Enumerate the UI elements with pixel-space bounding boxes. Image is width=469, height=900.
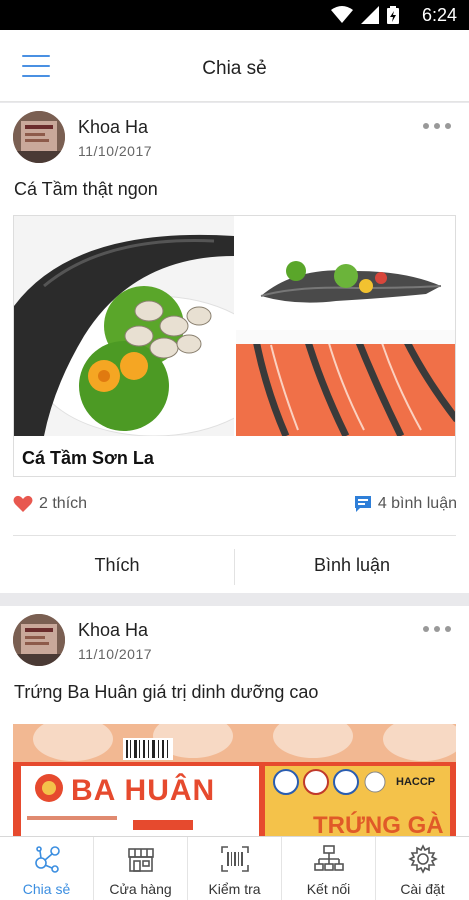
gallery-caption: Cá Tầm Sơn La xyxy=(22,448,154,468)
tab-kiem-tra[interactable]: Kiểm tra xyxy=(188,837,282,900)
more-options-icon[interactable] xyxy=(423,624,451,634)
tab-label: Chia sẻ xyxy=(22,881,71,897)
post-author[interactable]: Khoa Ha xyxy=(78,117,148,138)
post-date: 11/10/2017 xyxy=(78,143,153,159)
status-icons xyxy=(331,6,399,24)
post-card: Khoa Ha 11/10/2017 Trứng Ba Huân giá trị… xyxy=(0,606,469,846)
tab-ket-noi[interactable]: Kết nối xyxy=(282,837,376,900)
post-card: Khoa Ha 11/10/2017 Cá Tầm thật ngon Cá T… xyxy=(0,103,469,593)
battery-icon xyxy=(387,6,399,24)
network-connect-icon xyxy=(313,845,344,871)
more-options-icon[interactable] xyxy=(423,121,451,131)
tab-cua-hang[interactable]: Cửa hàng xyxy=(94,837,188,900)
share-network-icon xyxy=(34,846,60,873)
avatar[interactable] xyxy=(13,111,65,163)
divider xyxy=(13,535,456,536)
brand-name: BA HUÂN xyxy=(71,774,216,807)
tab-chia-se[interactable]: Chia sẻ xyxy=(0,837,94,900)
tab-label: Cửa hàng xyxy=(109,881,172,897)
wifi-icon xyxy=(331,6,353,23)
heart-icon xyxy=(13,495,33,512)
status-bar: 6:24 xyxy=(0,0,469,30)
gear-icon xyxy=(407,844,438,874)
bottom-tab-bar: Chia sẻ Cửa hàng Kiểm tra Kết nối Cài đặ… xyxy=(0,836,469,900)
like-button[interactable]: Thích xyxy=(0,543,234,587)
post-text: Trứng Ba Huân giá trị dinh dưỡng cao xyxy=(14,682,319,702)
post-actions: Thích Bình luận xyxy=(0,543,469,587)
tab-cai-dat[interactable]: Cài đặt xyxy=(376,837,469,900)
whole-sturgeon-image[interactable] xyxy=(236,216,456,328)
avatar[interactable] xyxy=(13,614,65,666)
post-date: 11/10/2017 xyxy=(78,646,153,662)
comments-count[interactable]: 4 bình luận xyxy=(354,495,457,513)
comments-label: 4 bình luận xyxy=(377,495,457,512)
tab-label: Kiểm tra xyxy=(208,881,261,897)
comment-icon xyxy=(354,496,371,512)
likes-label: 2 thích xyxy=(39,495,88,512)
signal-icon xyxy=(361,6,379,24)
barcode-scan-icon xyxy=(220,846,249,872)
sturgeon-dish-image[interactable] xyxy=(14,216,234,436)
status-time: 6:24 xyxy=(421,5,457,25)
page-title: Chia sẻ xyxy=(202,58,267,79)
post-author[interactable]: Khoa Ha xyxy=(78,620,148,641)
comment-button[interactable]: Bình luận xyxy=(235,543,469,587)
salmon-slices-image[interactable] xyxy=(236,330,456,436)
store-icon xyxy=(127,848,154,872)
tab-label: Cài đặt xyxy=(400,881,445,897)
cert-label: HACCP xyxy=(396,776,436,788)
likes-count[interactable]: 2 thích xyxy=(13,495,87,513)
post-text: Cá Tầm thật ngon xyxy=(14,179,158,199)
app-bar: Chia sẻ xyxy=(0,30,469,102)
post-gallery[interactable]: Cá Tầm Sơn La xyxy=(13,215,456,477)
tab-label: Kết nối xyxy=(306,881,351,897)
egg-product-image[interactable]: BA HUÂN TRỨNG GÀ HACCP xyxy=(13,724,456,846)
